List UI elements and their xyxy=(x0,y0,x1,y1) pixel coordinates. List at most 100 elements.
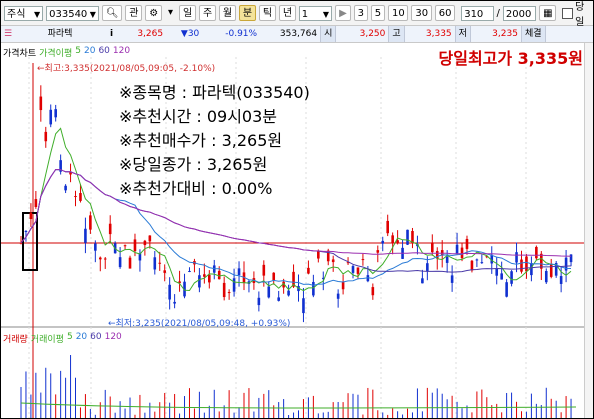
candle-body xyxy=(203,274,206,277)
high-price: 3,335 xyxy=(425,29,452,39)
option-5-button[interactable]: 5 xyxy=(370,5,385,21)
summary-close-price: ※당일종가 : 3,265원 xyxy=(119,155,268,174)
vertical-scrollbar[interactable] xyxy=(584,43,593,418)
candle-body xyxy=(237,268,241,276)
price-chart-legend-label: 가격차트 xyxy=(3,49,37,59)
range-total-input[interactable]: 2000 xyxy=(502,5,537,21)
interval-value: 1 xyxy=(301,8,309,20)
today-checkbox[interactable] xyxy=(562,7,574,19)
candle-body xyxy=(188,271,191,273)
info-icon[interactable]: i xyxy=(107,26,116,42)
today-checkbox-label: 당일 xyxy=(575,2,585,28)
range-input[interactable]: 310 xyxy=(461,5,495,21)
chevron-down-icon: ▼ xyxy=(322,9,330,19)
tab-period-week[interactable]: 주 xyxy=(198,5,216,21)
candle-body xyxy=(217,270,221,280)
option-3-button[interactable]: 3 xyxy=(353,5,368,21)
vma20-legend: 20 xyxy=(75,332,88,342)
search-icon: 🔍︎ xyxy=(105,8,119,19)
gear-icon: ⚙ xyxy=(149,8,159,19)
tab-period-month[interactable]: 월 xyxy=(218,5,236,21)
candle-body xyxy=(163,270,167,273)
stock-code-input[interactable]: 033540 ▼ xyxy=(46,5,99,21)
menu-icon: ▾ xyxy=(167,7,173,18)
settings-button[interactable]: ⚙ xyxy=(145,5,162,21)
candle-body xyxy=(257,297,261,306)
candle-body xyxy=(103,258,107,260)
candle-body xyxy=(94,243,97,251)
ma60-legend: 60 xyxy=(98,46,110,56)
candle-body xyxy=(19,242,23,244)
candle-body xyxy=(272,272,276,281)
watch-button[interactable]: 관 xyxy=(125,5,143,21)
search-button[interactable]: 🔍︎ xyxy=(101,5,123,21)
candle-body xyxy=(317,250,320,259)
candle-body xyxy=(302,298,305,314)
summary-stock-name: ※종목명 : 파라텍(033540) xyxy=(119,83,310,102)
vma60-legend: 60 xyxy=(90,332,102,342)
candle-body xyxy=(356,267,360,274)
ma20-legend: 20 xyxy=(83,46,96,56)
chart-window: 주식 ▼ 033540 ▼ 🔍︎ 관 ⚙ ▾ 일 주 월 분 틱 년 1 ▼ ▶… xyxy=(0,0,594,419)
option-10-button[interactable]: 10 xyxy=(387,5,409,21)
candle-body xyxy=(406,229,409,245)
candle-body xyxy=(307,267,310,274)
collapse-toggle[interactable]: ☰ xyxy=(1,26,13,42)
play-icon: ▶ xyxy=(339,8,347,19)
tab-period-year[interactable]: 년 xyxy=(278,5,296,21)
range-total-value: 2000 xyxy=(505,8,532,20)
option-1-button[interactable]: ▶ xyxy=(335,5,351,21)
stock-code-value: 033540 xyxy=(49,8,88,20)
candle-body xyxy=(74,196,77,198)
trade-volume: 353,764 xyxy=(279,29,318,39)
candle-body xyxy=(128,257,132,269)
candle-body xyxy=(510,271,513,284)
option-60-button[interactable]: 60 xyxy=(434,5,456,21)
candle-body xyxy=(559,276,563,284)
tab-period-minute[interactable]: 분 xyxy=(238,5,256,21)
candle-body xyxy=(505,282,508,297)
recommendation-summary: ※종목명 : 파라텍(033540) ※추천시간 : 09시03분 ※추천매수가… xyxy=(119,81,310,201)
candle-body xyxy=(465,238,469,249)
tab-period-tick[interactable]: 틱 xyxy=(258,5,276,21)
candle-body xyxy=(460,247,464,259)
candle-body xyxy=(495,268,499,276)
candle-body xyxy=(331,259,335,263)
tab-period-day[interactable]: 일 xyxy=(178,5,196,21)
candle-body xyxy=(34,199,38,207)
candle-body xyxy=(520,259,523,272)
stock-name: 파라텍 xyxy=(47,29,73,39)
ma5-legend: 5 xyxy=(75,46,81,56)
day-high-title: 당일최고가 3,335원 xyxy=(438,49,584,68)
candle-body xyxy=(208,274,211,283)
candle-body xyxy=(287,290,290,296)
candle-body xyxy=(569,254,573,263)
low-label: 저 xyxy=(454,26,471,42)
quote-info-bar: ☰ 파라텍 i 3,265 ▼30 -0.91% 353,764 시 3,250… xyxy=(1,26,593,43)
candle-body xyxy=(158,262,162,264)
grid-toggle-button[interactable]: ▦ xyxy=(539,5,557,21)
candle-body xyxy=(376,250,380,253)
candle-body xyxy=(222,282,226,298)
candle-body xyxy=(336,293,340,299)
option-30-button[interactable]: 30 xyxy=(411,5,432,21)
price-change: ▼30 xyxy=(180,29,200,39)
candle-body xyxy=(277,297,280,301)
interval-select[interactable]: 1 ▼ xyxy=(298,5,333,21)
current-price: 3,265 xyxy=(137,29,164,39)
candle-body xyxy=(411,231,414,243)
volume-legend-label: 거래량 xyxy=(3,335,28,345)
candle-body xyxy=(39,96,43,111)
summary-return: ※추천가대비 : 0.00% xyxy=(119,179,273,198)
candle-body xyxy=(133,239,137,252)
market-select[interactable]: 주식 ▼ xyxy=(4,5,44,21)
summary-recommend-time: ※추천시간 : 09시03분 xyxy=(119,107,278,126)
menu-button[interactable]: ▾ xyxy=(165,5,176,21)
open-price: 3,250 xyxy=(359,29,386,39)
range-value: 310 xyxy=(464,8,484,20)
chevron-down-icon: ▼ xyxy=(33,9,41,19)
low-price: 3,235 xyxy=(492,29,518,39)
candle-body xyxy=(148,235,152,242)
candle-body xyxy=(470,260,474,271)
candle-body xyxy=(267,286,271,298)
